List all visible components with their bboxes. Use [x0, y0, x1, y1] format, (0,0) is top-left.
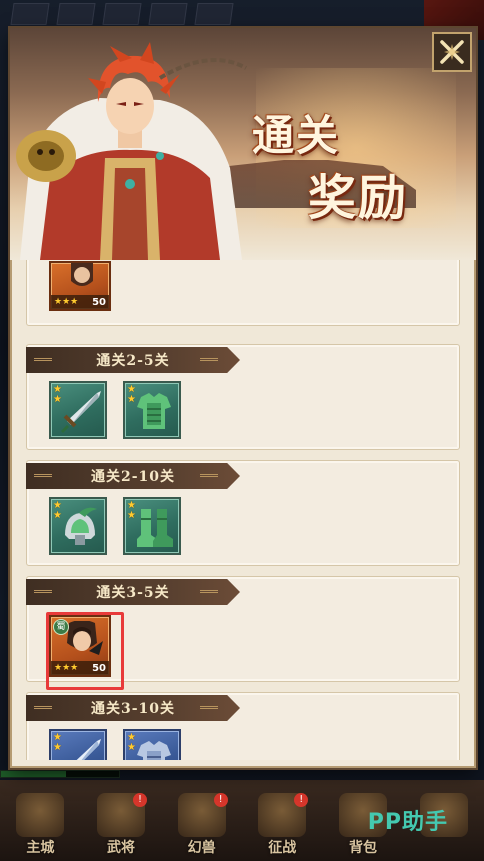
star-icon: ★ [62, 297, 71, 307]
star-icon: ★ [54, 297, 63, 307]
sword-icon [61, 391, 101, 433]
stage-header: 通关2-10关 [26, 463, 240, 489]
watermark: PP助手 [367, 810, 448, 835]
nav-main-city[interactable]: 主城 [8, 787, 72, 857]
hero-level-bar: ★ ★ ★ 50 [51, 295, 109, 309]
ornament [200, 474, 218, 477]
star-icon: ★ [54, 663, 63, 673]
equipment-reward-item[interactable]: ★ ★ [49, 729, 107, 760]
stage-header: 通关3-5关 [26, 579, 240, 605]
ornament [200, 358, 218, 361]
nav-label: 背包 [348, 840, 377, 856]
reward-card: ★ ★ ★ 50 [26, 260, 460, 326]
hero-level: 50 [92, 662, 106, 674]
nav-campaign[interactable]: ! 征战 [250, 787, 314, 857]
stage-title: 通关3-10关 [90, 701, 176, 717]
nav-generals[interactable]: ! 武将 [89, 787, 153, 857]
stage-header: 通关2-5关 [26, 347, 240, 373]
notification-badge: ! [213, 793, 228, 807]
equipment-reward-item[interactable]: ★ ★ [123, 497, 181, 555]
equipment-reward-item[interactable]: ★ ★ [123, 381, 181, 439]
title-line-2: 奖励 [308, 170, 409, 226]
stage-header: 通关3-10关 [26, 695, 240, 721]
notification-badge: ! [294, 793, 309, 807]
banner-title: 通关 奖励 [242, 94, 462, 234]
stage-title: 通关3-5关 [96, 585, 170, 601]
faction-badge: 蜀 [53, 619, 69, 635]
hero-level: 50 [92, 296, 106, 308]
reward-card: 通关3-5关 蜀 ★ ★ ★ 50 [26, 576, 460, 690]
star-icon: ★ [70, 663, 79, 673]
hero-stars: ★ ★ ★ [54, 663, 78, 673]
ornament [34, 358, 52, 361]
equipment-reward-item[interactable]: ★ ★ [49, 381, 107, 439]
close-button[interactable] [432, 32, 472, 72]
stage-title: 通关2-5关 [96, 353, 170, 369]
title-line-1: 通关 [252, 111, 341, 160]
ornament [200, 590, 218, 593]
reward-card: 通关3-10关 ★ ★ ★ ★ [26, 692, 460, 760]
main-city-icon [16, 793, 65, 837]
armor-icon [137, 741, 171, 760]
ornament [34, 590, 52, 593]
hero-level-bar: ★ ★ ★ 50 [51, 661, 109, 675]
rewards-list[interactable]: ★ ★ ★ 50 通关2-5关 ★ ★ ★ ★ 通关2-10关 ★ ★ ★ ★ … [26, 260, 460, 760]
hero-portrait-illustration [16, 42, 247, 260]
close-icon [440, 40, 464, 64]
star-icon: ★ [70, 297, 79, 307]
reward-card: 通关2-5关 ★ ★ ★ ★ [26, 344, 460, 450]
equipment-reward-item[interactable]: ★ ★ [123, 729, 181, 760]
ornament [34, 474, 52, 477]
star-icon: ★ [62, 663, 71, 673]
boots-icon [137, 509, 173, 547]
nav-beasts[interactable]: ! 幻兽 [170, 787, 234, 857]
nav-label: 征战 [268, 840, 297, 856]
ornament [34, 706, 52, 709]
nav-label: 武将 [106, 840, 135, 856]
hero-stars: ★ ★ ★ [54, 297, 78, 307]
modal-banner: 通关 奖励 [10, 28, 476, 260]
nav-label: 主城 [26, 840, 55, 856]
notification-badge: ! [132, 793, 147, 807]
equipment-reward-item[interactable]: ★ ★ [49, 497, 107, 555]
armor-icon [137, 393, 171, 429]
reward-card: 通关2-10关 ★ ★ ★ ★ [26, 460, 460, 566]
sword-icon [76, 739, 101, 760]
hero-reward-item[interactable]: 蜀 ★ ★ ★ 50 [46, 612, 124, 690]
hero-reward-item[interactable]: ★ ★ ★ 50 [49, 261, 111, 311]
ornament [200, 706, 218, 709]
stage-title: 通关2-10关 [90, 469, 176, 485]
helmet-icon [65, 507, 97, 545]
stage-rewards-modal: 通关 奖励 ★ ★ ★ 50 通关2-5关 ★ ★ ★ ★ 通关2-10关 ★ … [10, 28, 476, 768]
nav-label: 幻兽 [187, 840, 216, 856]
